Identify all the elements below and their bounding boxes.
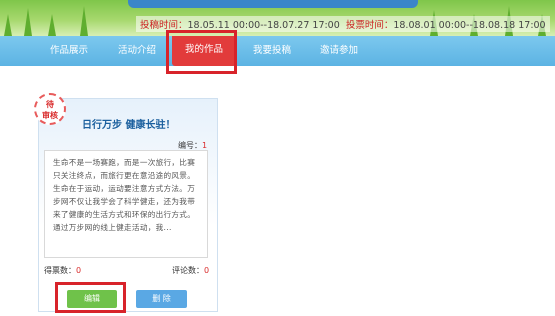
grass-blade bbox=[4, 14, 12, 36]
comment-count: 评论数：0 bbox=[172, 265, 209, 276]
vote-count-value: 0 bbox=[76, 266, 82, 275]
vote-count-label: 得票数： bbox=[44, 266, 76, 275]
nav-item-submit[interactable]: 我要投稿 bbox=[253, 36, 291, 66]
vote-count: 得票数：0 bbox=[44, 265, 81, 276]
grass-blade bbox=[24, 8, 32, 36]
work-title[interactable]: 日行万步 健康长驻！ bbox=[82, 116, 175, 131]
comment-count-label: 评论数： bbox=[172, 266, 204, 275]
delete-button[interactable]: 删 除 bbox=[136, 290, 187, 308]
grass-blade bbox=[48, 14, 56, 36]
grass-blade bbox=[80, 6, 88, 36]
nav-item-showcase[interactable]: 作品展示 bbox=[50, 36, 88, 66]
status-badge: 待审核 bbox=[34, 93, 66, 125]
vote-time-range: 18.08.01 00:00--18.08.18 17:00 bbox=[393, 20, 546, 31]
nav-item-about[interactable]: 活动介绍 bbox=[118, 36, 156, 66]
header-banner: 投稿时间：18.05.11 00:00--18.07.27 17:00 投票时间… bbox=[0, 0, 555, 36]
work-id-label: 编号： bbox=[178, 141, 202, 150]
header-tab-decoration bbox=[128, 0, 418, 8]
work-description: 生命不是一场赛跑，而是一次旅行，比赛只关注终点，而旅行更在意沿途的风景。生命在于… bbox=[44, 150, 208, 258]
work-id-value: 1 bbox=[202, 141, 208, 150]
vote-time-label: 投票时间： bbox=[345, 20, 394, 31]
edit-button-highlight bbox=[55, 282, 126, 313]
comment-count-value: 0 bbox=[204, 266, 210, 275]
nav-item-invite[interactable]: 邀请参加 bbox=[320, 36, 358, 66]
nav-active-highlight bbox=[166, 30, 237, 74]
